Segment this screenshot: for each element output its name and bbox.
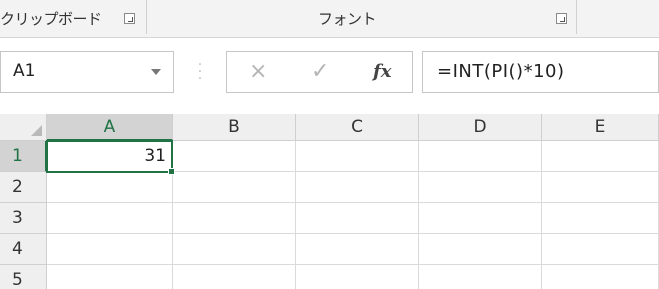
formula-input[interactable]: =INT(PI()*10) <box>422 51 659 93</box>
row-header-4[interactable]: 4 <box>0 234 47 265</box>
select-all-button[interactable] <box>0 114 47 141</box>
name-box-value: A1 <box>13 61 36 81</box>
formula-text: =INT(PI()*10) <box>437 61 565 82</box>
cell-c1[interactable] <box>296 141 419 172</box>
cell-d1[interactable] <box>419 141 542 172</box>
row-header-5[interactable]: 5 <box>0 265 47 289</box>
cell-a5[interactable] <box>47 265 173 289</box>
drag-handle-icon[interactable]: · · · <box>197 58 203 86</box>
cell-c3[interactable] <box>296 203 419 234</box>
cell-b2[interactable] <box>173 172 296 203</box>
cell-a3[interactable] <box>47 203 173 234</box>
name-box[interactable]: A1 <box>0 51 174 93</box>
column-header-e[interactable]: E <box>542 114 659 141</box>
cancel-icon[interactable]: × <box>249 59 267 84</box>
clipboard-dialog-launcher-icon[interactable] <box>124 13 135 24</box>
cell-b1[interactable] <box>173 141 296 172</box>
chevron-down-icon[interactable] <box>151 69 161 75</box>
cell-a4[interactable] <box>47 234 173 265</box>
cell-d2[interactable] <box>419 172 542 203</box>
cell-a2[interactable] <box>47 172 173 203</box>
check-icon[interactable]: ✓ <box>311 59 329 84</box>
column-header-a[interactable]: A <box>47 114 173 141</box>
cell-e1[interactable] <box>542 141 659 172</box>
fill-handle[interactable] <box>168 168 175 175</box>
selection-outline <box>46 140 175 175</box>
formula-buttons: × ✓ fx <box>226 51 413 93</box>
cell-c5[interactable] <box>296 265 419 289</box>
worksheet-grid: A B C D E 1 2 3 4 5 31 <box>0 114 659 289</box>
column-header-c[interactable]: C <box>296 114 419 141</box>
cell-d5[interactable] <box>419 265 542 289</box>
cell-e5[interactable] <box>542 265 659 289</box>
cell-e3[interactable] <box>542 203 659 234</box>
cell-b5[interactable] <box>173 265 296 289</box>
cell-b4[interactable] <box>173 234 296 265</box>
clipboard-group-label: クリップボード <box>0 10 102 28</box>
row-header-1[interactable]: 1 <box>0 141 47 172</box>
cell-e4[interactable] <box>542 234 659 265</box>
row-header-2[interactable]: 2 <box>0 172 47 203</box>
ribbon-divider <box>576 0 577 34</box>
font-group-label: フォント <box>318 10 377 28</box>
column-header-d[interactable]: D <box>419 114 542 141</box>
cell-c2[interactable] <box>296 172 419 203</box>
ribbon-divider <box>146 0 147 34</box>
insert-function-icon[interactable]: fx <box>373 61 391 82</box>
row-header-3[interactable]: 3 <box>0 203 47 234</box>
cell-b3[interactable] <box>173 203 296 234</box>
cell-d3[interactable] <box>419 203 542 234</box>
column-header-b[interactable]: B <box>173 114 296 141</box>
cell-e2[interactable] <box>542 172 659 203</box>
cell-d4[interactable] <box>419 234 542 265</box>
font-dialog-launcher-icon[interactable] <box>556 13 567 24</box>
ribbon-group-labels: クリップボード フォント <box>0 0 659 38</box>
cell-c4[interactable] <box>296 234 419 265</box>
